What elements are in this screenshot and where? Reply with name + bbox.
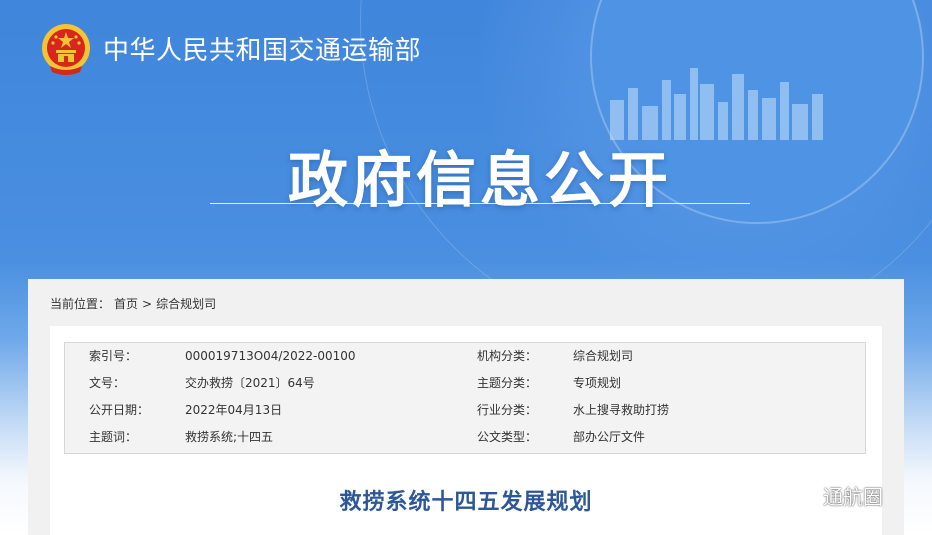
metadata-label: 索引号：	[89, 349, 138, 363]
metadata-label: 公开日期：	[89, 403, 150, 417]
title-divider	[210, 203, 750, 204]
document-title: 救捞系统十四五发展规划	[339, 490, 593, 515]
metadata-value: 综合规划司	[573, 349, 634, 363]
city-skyline-graphic	[610, 68, 823, 140]
wechat-icon	[787, 483, 817, 508]
breadcrumb: 当前位置： 首页 > 综合规划司	[50, 295, 220, 312]
metadata-value: 2022年04月13日	[185, 403, 283, 417]
metadata-table: 索引号： 000019713O04/2022-00100 机构分类： 综合规划司…	[64, 342, 866, 454]
metadata-value: 专项规划	[573, 376, 622, 390]
article-card: 索引号： 000019713O04/2022-00100 机构分类： 综合规划司…	[50, 326, 882, 535]
national-emblem-icon	[42, 24, 90, 75]
metadata-row: 主题词： 救捞系统;十四五 公文类型： 部办公厅文件	[65, 424, 865, 451]
metadata-value: 部办公厅文件	[573, 430, 646, 444]
metadata-row: 索引号： 000019713O04/2022-00100 机构分类： 综合规划司	[65, 343, 865, 370]
ministry-name[interactable]: 中华人民共和国交通运输部	[103, 30, 421, 67]
metadata-value: 000019713O04/2022-00100	[185, 349, 356, 363]
metadata-value: 水上搜寻救助打捞	[573, 403, 670, 417]
watermark: 通航圈	[787, 480, 883, 510]
metadata-value: 交办救捞〔2021〕64号	[185, 376, 315, 390]
breadcrumb-separator: >	[142, 297, 153, 311]
metadata-label: 行业分类：	[477, 403, 538, 417]
breadcrumb-link-home[interactable]: 首页	[114, 297, 138, 311]
breadcrumb-link-department[interactable]: 综合规划司	[156, 297, 216, 311]
metadata-label: 文号：	[89, 376, 126, 390]
metadata-label: 机构分类：	[477, 349, 538, 363]
portal-title: 政府信息公开	[288, 146, 672, 216]
metadata-row: 文号： 交办救捞〔2021〕64号 主题分类： 专项规划	[65, 370, 865, 397]
metadata-label: 主题分类：	[477, 376, 538, 390]
metadata-value: 救捞系统;十四五	[185, 430, 274, 444]
metadata-label: 公文类型：	[477, 430, 538, 444]
watermark-text: 通航圈	[823, 484, 883, 509]
metadata-row: 公开日期： 2022年04月13日 行业分类： 水上搜寻救助打捞	[65, 397, 865, 424]
content-panel: 当前位置： 首页 > 综合规划司 索引号： 000019713O04/2022-001…	[28, 279, 904, 535]
metadata-label: 主题词：	[89, 430, 138, 444]
breadcrumb-prefix: 当前位置：	[50, 297, 111, 311]
